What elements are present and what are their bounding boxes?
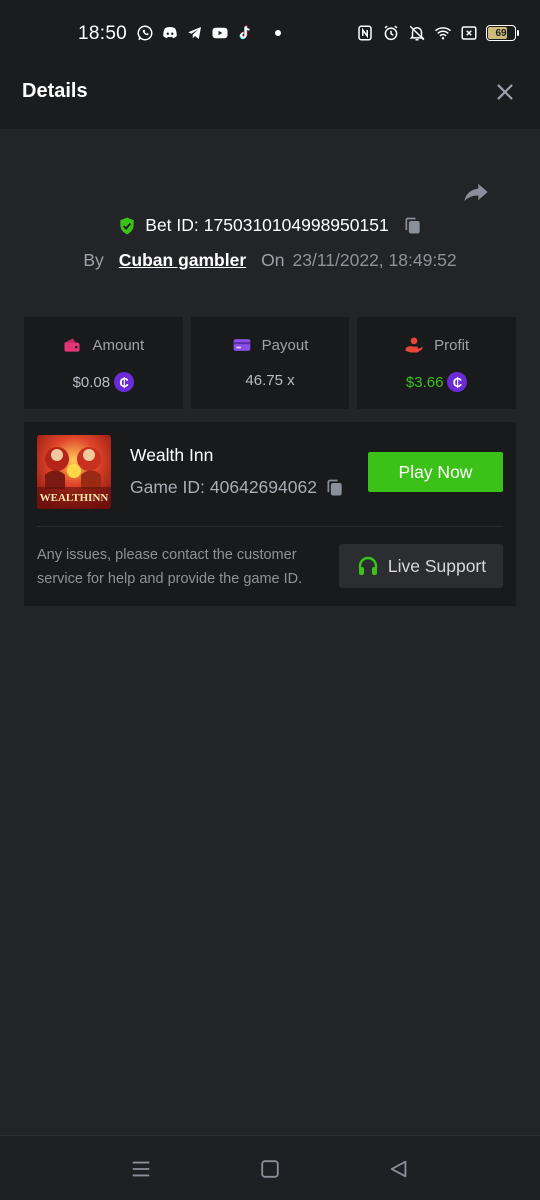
coin-icon: ₵ xyxy=(447,372,468,392)
copy-game-id-icon[interactable] xyxy=(325,478,345,498)
dot-icon xyxy=(275,30,281,36)
page-title: Details xyxy=(22,80,88,102)
headset-icon xyxy=(358,556,378,575)
amount-value: $0.08 xyxy=(72,373,111,391)
on-label: On xyxy=(261,250,285,270)
battery-tip xyxy=(517,30,519,36)
stat-amount: Amount $0.08 ₵ xyxy=(24,317,183,409)
live-support-label: Live Support xyxy=(387,555,487,576)
status-bar: 18:50 69 xyxy=(0,0,540,56)
bell-off-icon xyxy=(408,24,426,42)
bet-id-label: Bet ID: xyxy=(145,215,199,235)
wifi-icon xyxy=(434,24,452,42)
live-support-button[interactable]: Live Support xyxy=(339,544,503,588)
youtube-icon xyxy=(211,24,229,42)
close-icon xyxy=(497,84,513,100)
support-message: Any issues, please contact the customer … xyxy=(37,547,303,587)
bet-id-value: 1750310104998950151 xyxy=(203,215,389,235)
home-button[interactable] xyxy=(259,1158,281,1180)
bet-stats: Amount $0.08 ₵ Payout 46.75 x Profit $3.… xyxy=(24,317,517,409)
game-id-value: 40642694062 xyxy=(209,477,317,497)
share-button[interactable] xyxy=(462,178,490,206)
system-nav-bar xyxy=(0,1135,540,1200)
nfc-icon xyxy=(356,24,374,42)
play-now-button[interactable]: Play Now xyxy=(368,452,503,492)
divider xyxy=(37,526,503,527)
game-id-label: Game ID: xyxy=(130,477,205,497)
whatsapp-icon xyxy=(136,24,154,42)
battery-icon: 69 xyxy=(486,25,519,41)
home-icon xyxy=(261,1160,279,1178)
by-line: By Cuban gambler On 23/11/2022, 18:49:52 xyxy=(0,250,540,271)
card-icon xyxy=(233,339,250,351)
system-icons: 69 xyxy=(356,24,519,42)
close-box-icon xyxy=(460,24,478,42)
menu-icon xyxy=(132,1161,150,1177)
telegram-icon xyxy=(186,24,204,42)
game-thumb-title: WEALTHINN xyxy=(40,492,109,504)
bet-date: 23/11/2022, 18:49:52 xyxy=(292,250,457,270)
stat-payout: Payout 46.75 x xyxy=(190,317,350,409)
game-thumbnail[interactable]: WEALTHINN xyxy=(37,435,111,509)
tiktok-icon xyxy=(236,24,254,42)
wallet-icon xyxy=(64,338,80,352)
shield-check-icon xyxy=(120,217,134,234)
game-name: Wealth Inn xyxy=(130,445,214,465)
share-icon xyxy=(464,183,488,202)
user-link[interactable]: Cuban gambler xyxy=(119,250,246,271)
profit-value: $3.66 xyxy=(405,373,444,391)
copy-bet-id-icon[interactable] xyxy=(403,216,423,236)
alarm-icon xyxy=(382,24,400,42)
recents-button[interactable] xyxy=(130,1158,152,1180)
header: Details xyxy=(0,56,540,129)
profit-label: Profit xyxy=(434,336,470,354)
hand-coin-icon xyxy=(405,337,423,353)
stat-profit: Profit $3.66 ₵ xyxy=(357,317,517,409)
battery-level: 69 xyxy=(495,27,507,39)
by-label: By xyxy=(83,250,104,270)
back-icon xyxy=(390,1160,407,1178)
notification-icons xyxy=(136,24,281,42)
status-time: 18:50 xyxy=(78,23,128,44)
game-panel: WEALTHINN Wealth Inn Game ID: 4064269406… xyxy=(24,422,516,606)
bet-id-line: Bet ID: 1750310104998950151 xyxy=(0,215,540,241)
back-button[interactable] xyxy=(388,1158,410,1180)
game-id-line: Game ID: 40642694062 xyxy=(130,477,345,498)
amount-label: Amount xyxy=(92,336,145,354)
close-button[interactable] xyxy=(494,81,516,103)
discord-icon xyxy=(161,24,179,42)
payout-label: Payout xyxy=(261,336,309,354)
payout-value: 46.75 x xyxy=(245,372,295,389)
coin-icon: ₵ xyxy=(114,372,135,392)
